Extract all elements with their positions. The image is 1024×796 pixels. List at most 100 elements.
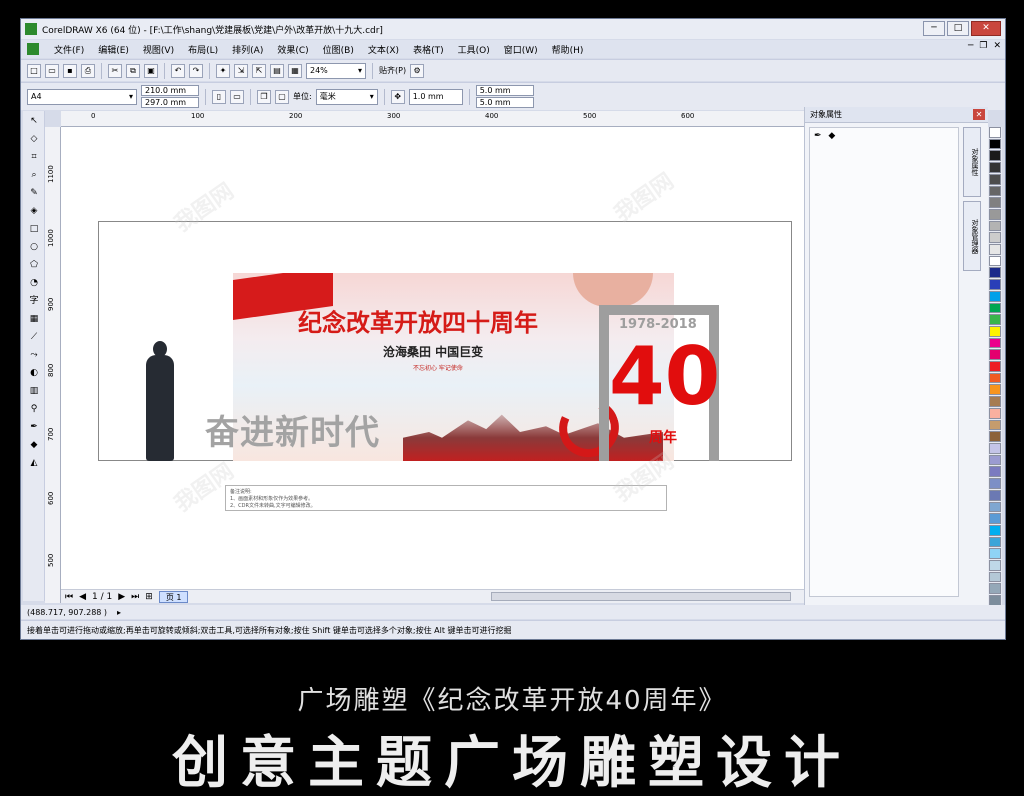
new-icon[interactable]: □ xyxy=(27,63,41,78)
color-swatch[interactable] xyxy=(989,466,1001,478)
horizontal-ruler[interactable]: 0 100 200 300 400 500 600 xyxy=(61,111,823,127)
nudge-field[interactable]: 1.0 mm xyxy=(408,88,463,105)
color-swatch[interactable] xyxy=(989,571,1001,583)
color-swatch[interactable] xyxy=(989,290,1001,302)
color-swatch[interactable] xyxy=(989,361,1001,372)
menu-edit[interactable]: 编辑(E) xyxy=(91,43,136,56)
menu-effects[interactable]: 效果(C) xyxy=(270,43,315,56)
open-icon[interactable]: ▭ xyxy=(45,63,59,78)
last-page-icon[interactable]: ⏭ xyxy=(131,592,139,602)
notes-box[interactable]: 备注说明: 1、画面素材和形象仅作为效果参考。 2、CDR文件未转曲,文字可编辑… xyxy=(225,485,667,511)
color-swatch[interactable] xyxy=(989,314,1001,325)
color-swatch[interactable] xyxy=(989,513,1001,524)
big-40-number[interactable]: 40 xyxy=(609,337,720,417)
save-icon[interactable]: ▪ xyxy=(63,63,77,78)
color-swatch[interactable] xyxy=(989,173,1001,185)
pick-tool-icon[interactable]: ↖ xyxy=(26,113,42,129)
color-swatch[interactable] xyxy=(989,548,1001,560)
fill-bucket-icon[interactable]: ◆ xyxy=(828,131,835,141)
rectangle-tool-icon[interactable]: □ xyxy=(26,221,42,237)
color-swatch[interactable] xyxy=(989,524,1001,536)
undo-icon[interactable]: ↶ xyxy=(171,63,185,78)
menu-text[interactable]: 文本(X) xyxy=(361,43,406,56)
color-swatch[interactable] xyxy=(989,349,1001,361)
zoom-select[interactable]: 24% ▾ xyxy=(306,62,366,79)
blend-tool-icon[interactable]: ◐ xyxy=(26,365,42,381)
smart-fill-icon[interactable]: ◈ xyxy=(26,203,42,219)
color-swatch[interactable] xyxy=(989,232,1001,244)
color-swatch[interactable] xyxy=(989,197,1001,208)
vertical-ruler[interactable]: 1100 1000 900 800 700 600 500 xyxy=(45,127,61,603)
page-width-field[interactable]: 210.0 mm xyxy=(141,85,199,96)
text-tool-icon[interactable]: 字 xyxy=(26,293,42,309)
menu-bitmaps[interactable]: 位图(B) xyxy=(316,43,361,56)
export-icon[interactable]: ⇱ xyxy=(252,63,266,78)
prev-page-icon[interactable]: ◀ xyxy=(79,592,86,602)
duplicate-x-field[interactable]: 5.0 mm xyxy=(475,85,534,96)
tab-object-manager[interactable]: 对象管理器 xyxy=(963,201,981,271)
tab-object-properties[interactable]: 对象属性 xyxy=(963,127,981,197)
doc-close-button[interactable]: ✕ xyxy=(993,41,1001,51)
color-swatch[interactable] xyxy=(989,255,1001,267)
print-icon[interactable]: ⎙ xyxy=(81,63,95,78)
menu-view[interactable]: 视图(V) xyxy=(136,43,181,56)
color-swatch[interactable] xyxy=(989,279,1001,290)
color-swatch[interactable] xyxy=(989,583,1001,595)
page-tab[interactable]: 页 1 xyxy=(158,590,189,603)
color-swatch[interactable] xyxy=(989,244,1001,255)
page-size-select[interactable]: A4 ▾ xyxy=(27,88,137,105)
shape-tool-icon[interactable]: ◇ xyxy=(26,131,42,147)
outline-pen-icon[interactable]: ✒ xyxy=(814,131,822,141)
publish-pdf-icon[interactable]: ▤ xyxy=(270,63,284,78)
color-swatch[interactable] xyxy=(989,127,1001,138)
menu-tools[interactable]: 工具(O) xyxy=(451,43,497,56)
drawing-canvas[interactable]: 纪念改革开放四十周年 沧海桑田 中国巨变 不忘初心 牢记使命 奋进新时代 197… xyxy=(61,127,811,589)
portrait-icon[interactable]: ▯ xyxy=(212,89,226,104)
color-swatch[interactable] xyxy=(989,560,1001,571)
menu-help[interactable]: 帮助(H) xyxy=(545,43,591,56)
minimize-button[interactable]: ─ xyxy=(923,21,945,36)
color-swatch[interactable] xyxy=(989,442,1001,454)
search-content-icon[interactable]: ✦ xyxy=(216,63,230,78)
color-swatch[interactable] xyxy=(989,454,1001,466)
basic-shapes-icon[interactable]: ◔ xyxy=(26,275,42,291)
cut-icon[interactable]: ✂ xyxy=(108,63,122,78)
color-swatch[interactable] xyxy=(989,150,1001,162)
table-tool-icon[interactable]: ▦ xyxy=(26,311,42,327)
color-swatch[interactable] xyxy=(989,267,1001,279)
interactive-fill-icon[interactable]: ◭ xyxy=(26,455,42,471)
color-swatch[interactable] xyxy=(989,208,1001,220)
transparency-tool-icon[interactable]: ▥ xyxy=(26,383,42,399)
paste-icon[interactable]: ▣ xyxy=(144,63,158,78)
page-height-field[interactable]: 297.0 mm xyxy=(141,97,199,108)
menu-layout[interactable]: 布局(L) xyxy=(181,43,225,56)
close-button[interactable]: ✕ xyxy=(971,21,1001,36)
duplicate-y-field[interactable]: 5.0 mm xyxy=(475,97,534,108)
color-swatch[interactable] xyxy=(989,220,1001,232)
color-swatch[interactable] xyxy=(989,478,1001,489)
all-pages-icon[interactable]: ❐ xyxy=(257,89,271,104)
doc-restore-button[interactable]: ❐ xyxy=(979,41,987,51)
color-swatch[interactable] xyxy=(989,138,1001,150)
color-swatch[interactable] xyxy=(989,302,1001,314)
color-swatch[interactable] xyxy=(989,396,1001,407)
copy-icon[interactable]: ⧉ xyxy=(126,63,140,78)
color-swatch[interactable] xyxy=(989,372,1001,384)
color-swatch[interactable] xyxy=(989,384,1001,396)
color-swatch[interactable] xyxy=(989,337,1001,349)
menu-file[interactable]: 文件(F) xyxy=(47,43,91,56)
color-swatch[interactable] xyxy=(989,431,1001,442)
horizontal-scroll-thumb[interactable] xyxy=(491,592,791,601)
freehand-tool-icon[interactable]: ✎ xyxy=(26,185,42,201)
snap-dropdown[interactable]: 贴齐(P) xyxy=(379,65,406,76)
outline-pen-icon[interactable]: ✒ xyxy=(26,419,42,435)
eyedropper-tool-icon[interactable]: ⚲ xyxy=(26,401,42,417)
menu-table[interactable]: 表格(T) xyxy=(406,43,451,56)
color-swatch[interactable] xyxy=(989,185,1001,197)
color-swatch[interactable] xyxy=(989,536,1001,548)
import-icon[interactable]: ⇲ xyxy=(234,63,248,78)
first-page-icon[interactable]: ⏮ xyxy=(65,592,73,602)
zoom-tool-icon[interactable]: ⌕ xyxy=(26,167,42,183)
play-icon[interactable]: ▸ xyxy=(117,608,121,617)
fill-tool-icon[interactable]: ◆ xyxy=(26,437,42,453)
